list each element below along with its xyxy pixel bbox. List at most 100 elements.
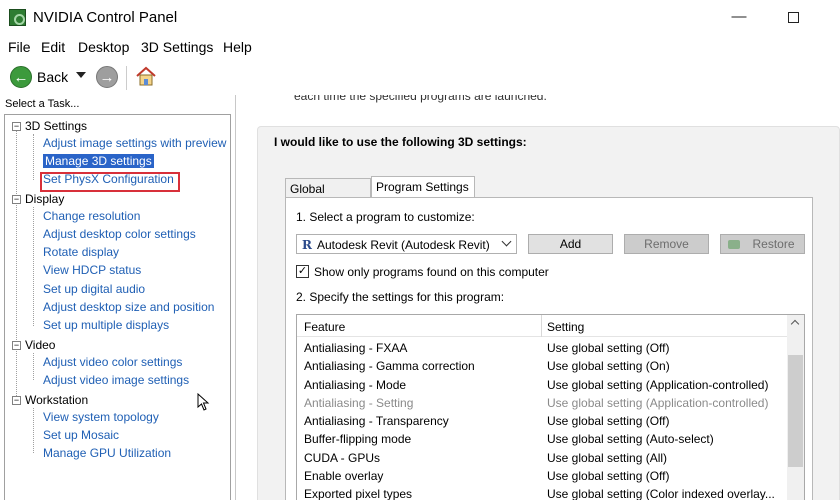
setting-cell: Use global setting (Application-controll… [547, 377, 769, 392]
menu-file[interactable]: File [8, 39, 31, 55]
menu-bar: File Edit Desktop 3D Settings Help [0, 36, 840, 58]
collapse-icon[interactable]: − [12, 195, 21, 204]
task-adjust-image-settings[interactable]: Adjust image settings with preview [43, 136, 226, 152]
task-manage-gpu-utilization[interactable]: Manage GPU Utilization [43, 446, 171, 462]
minimize-icon: — [731, 8, 747, 25]
feature-cell: Antialiasing - Transparency [304, 414, 449, 429]
feature-cell: Antialiasing - Setting [304, 395, 414, 410]
task-adjust-video-image[interactable]: Adjust video image settings [43, 373, 189, 389]
collapse-icon[interactable]: − [12, 396, 21, 405]
chevron-down-icon [501, 236, 512, 247]
feature-cell: CUDA - GPUs [304, 450, 381, 465]
mouse-cursor-icon [197, 393, 210, 411]
task-tree: −3D Settings Adjust image settings with … [4, 114, 231, 500]
task-adjust-video-color[interactable]: Adjust video color settings [43, 355, 182, 371]
category-display[interactable]: − Display [12, 192, 64, 208]
toolbar: ← Back → [0, 60, 840, 94]
task-view-hdcp-status[interactable]: View HDCP status [43, 263, 141, 279]
task-adjust-desktop-color[interactable]: Adjust desktop color settings [43, 227, 196, 243]
setting-cell: Use global setting (Off) [547, 414, 670, 429]
column-header-feature[interactable]: Feature [304, 320, 345, 334]
program-selected-value: Autodesk Revit (Autodesk Revit) [317, 238, 490, 252]
column-header-setting[interactable]: Setting [547, 320, 584, 334]
task-set-up-digital-audio[interactable]: Set up digital audio [43, 282, 145, 298]
task-set-up-multiple-displays[interactable]: Set up multiple displays [43, 318, 169, 334]
menu-3d-settings[interactable]: 3D Settings [141, 39, 213, 55]
table-row[interactable]: Enable overlay Use global setting (Off) [297, 467, 787, 485]
tab-global-settings[interactable]: Global Settings [285, 178, 371, 210]
minimize-button[interactable]: — [716, 2, 762, 32]
table-row[interactable]: Antialiasing - Transparency Use global se… [297, 412, 787, 430]
forward-arrow-icon[interactable]: → [96, 66, 118, 88]
column-divider[interactable] [541, 315, 542, 337]
program-select-dropdown[interactable]: R Autodesk Revit (Autodesk Revit) [296, 234, 517, 254]
menu-edit[interactable]: Edit [41, 39, 65, 55]
window-title: NVIDIA Control Panel [33, 9, 178, 26]
title-bar: NVIDIA Control Panel — [0, 0, 840, 36]
table-row[interactable]: Antialiasing - FXAA Use global setting (O… [297, 339, 787, 357]
task-adjust-desktop-size[interactable]: Adjust desktop size and position [43, 300, 214, 316]
setting-cell: Use global setting (On) [547, 359, 670, 374]
task-view-system-topology[interactable]: View system topology [43, 410, 159, 426]
setting-cell: Use global setting (Auto-select) [547, 432, 714, 447]
category-workstation[interactable]: − Workstation [12, 393, 88, 409]
home-icon[interactable] [135, 65, 157, 87]
show-only-programs-label[interactable]: Show only programs found on this compute… [314, 265, 549, 279]
show-only-programs-checkbox[interactable]: ✓ [296, 265, 309, 278]
toolbar-separator [126, 66, 127, 90]
feature-cell: Enable overlay [304, 469, 384, 484]
grid-rows: Antialiasing - FXAA Use global setting (O… [297, 339, 787, 500]
category-video[interactable]: − Video [12, 338, 55, 354]
table-row[interactable]: CUDA - GPUs Use global setting (All) [297, 449, 787, 467]
select-task-header: Select a Task... [5, 98, 80, 110]
grid-scrollbar[interactable] [787, 315, 804, 500]
menu-help[interactable]: Help [223, 39, 252, 55]
table-row[interactable]: Antialiasing - Gamma correction Use globa… [297, 357, 787, 375]
grid-header: Feature Setting [297, 315, 787, 337]
task-rotate-display[interactable]: Rotate display [43, 245, 119, 261]
feature-cell: Exported pixel types [304, 487, 413, 500]
nvidia-logo-icon [728, 240, 740, 249]
add-button[interactable]: Add [528, 234, 613, 254]
table-row[interactable]: Buffer-flipping mode Use global setting (… [297, 430, 787, 448]
scrollbar-thumb[interactable] [788, 355, 803, 467]
maximize-button[interactable] [770, 2, 816, 32]
back-history-dropdown-icon[interactable] [76, 72, 86, 78]
revit-program-icon: R [302, 238, 312, 252]
tree-guide-line [33, 353, 34, 380]
feature-cell: Antialiasing - Gamma correction [304, 359, 475, 374]
step2-label: 2. Specify the settings for this program… [296, 290, 505, 304]
setting-cell: Use global setting (Application-controll… [547, 395, 769, 410]
menu-desktop[interactable]: Desktop [78, 39, 129, 55]
table-row[interactable]: Exported pixel types Use global setting (… [297, 485, 787, 500]
section-heading: I would like to use the following 3D set… [274, 135, 527, 149]
feature-cell: Antialiasing - FXAA [304, 341, 408, 355]
back-button-label[interactable]: Back [37, 69, 68, 85]
task-set-up-mosaic[interactable]: Set up Mosaic [43, 428, 119, 444]
maximize-icon [787, 12, 799, 23]
selection-highlight-outline [40, 172, 180, 192]
back-arrow-icon[interactable]: ← [10, 66, 32, 88]
remove-button[interactable]: Remove [624, 234, 709, 254]
collapse-icon[interactable]: − [12, 341, 21, 350]
table-row: Antialiasing - Setting Use global setting… [297, 394, 787, 412]
collapse-icon[interactable]: − [12, 122, 21, 131]
tab-program-settings[interactable]: Program Settings [371, 176, 475, 198]
setting-cell: Use global setting (Off) [547, 469, 670, 484]
settings-section: I would like to use the following 3D set… [257, 126, 840, 500]
restore-button[interactable]: Restore [720, 234, 805, 254]
program-settings-panel: 1. Select a program to customize: R Auto… [285, 197, 813, 500]
settings-grid: Feature Setting Antialiasing - FXAA Use g… [296, 314, 805, 500]
setting-cell: Use global setting (Color indexed overla… [547, 487, 775, 500]
scroll-up-icon[interactable] [790, 319, 800, 329]
step1-label: 1. Select a program to customize: [296, 210, 475, 224]
category-3d-settings[interactable]: −3D Settings [12, 119, 87, 135]
task-change-resolution[interactable]: Change resolution [43, 209, 140, 225]
task-manage-3d-settings[interactable]: Manage 3D settings [43, 154, 154, 170]
task-panel: Select a Task... −3D Settings Adjust ima… [0, 95, 236, 500]
table-row[interactable]: Antialiasing - Mode Use global setting (A… [297, 376, 787, 394]
restore-button-label: Restore [752, 237, 795, 251]
setting-cell: Use global setting (All) [547, 450, 668, 465]
tree-guide-line [33, 207, 34, 326]
feature-cell: Buffer-flipping mode [304, 432, 412, 447]
